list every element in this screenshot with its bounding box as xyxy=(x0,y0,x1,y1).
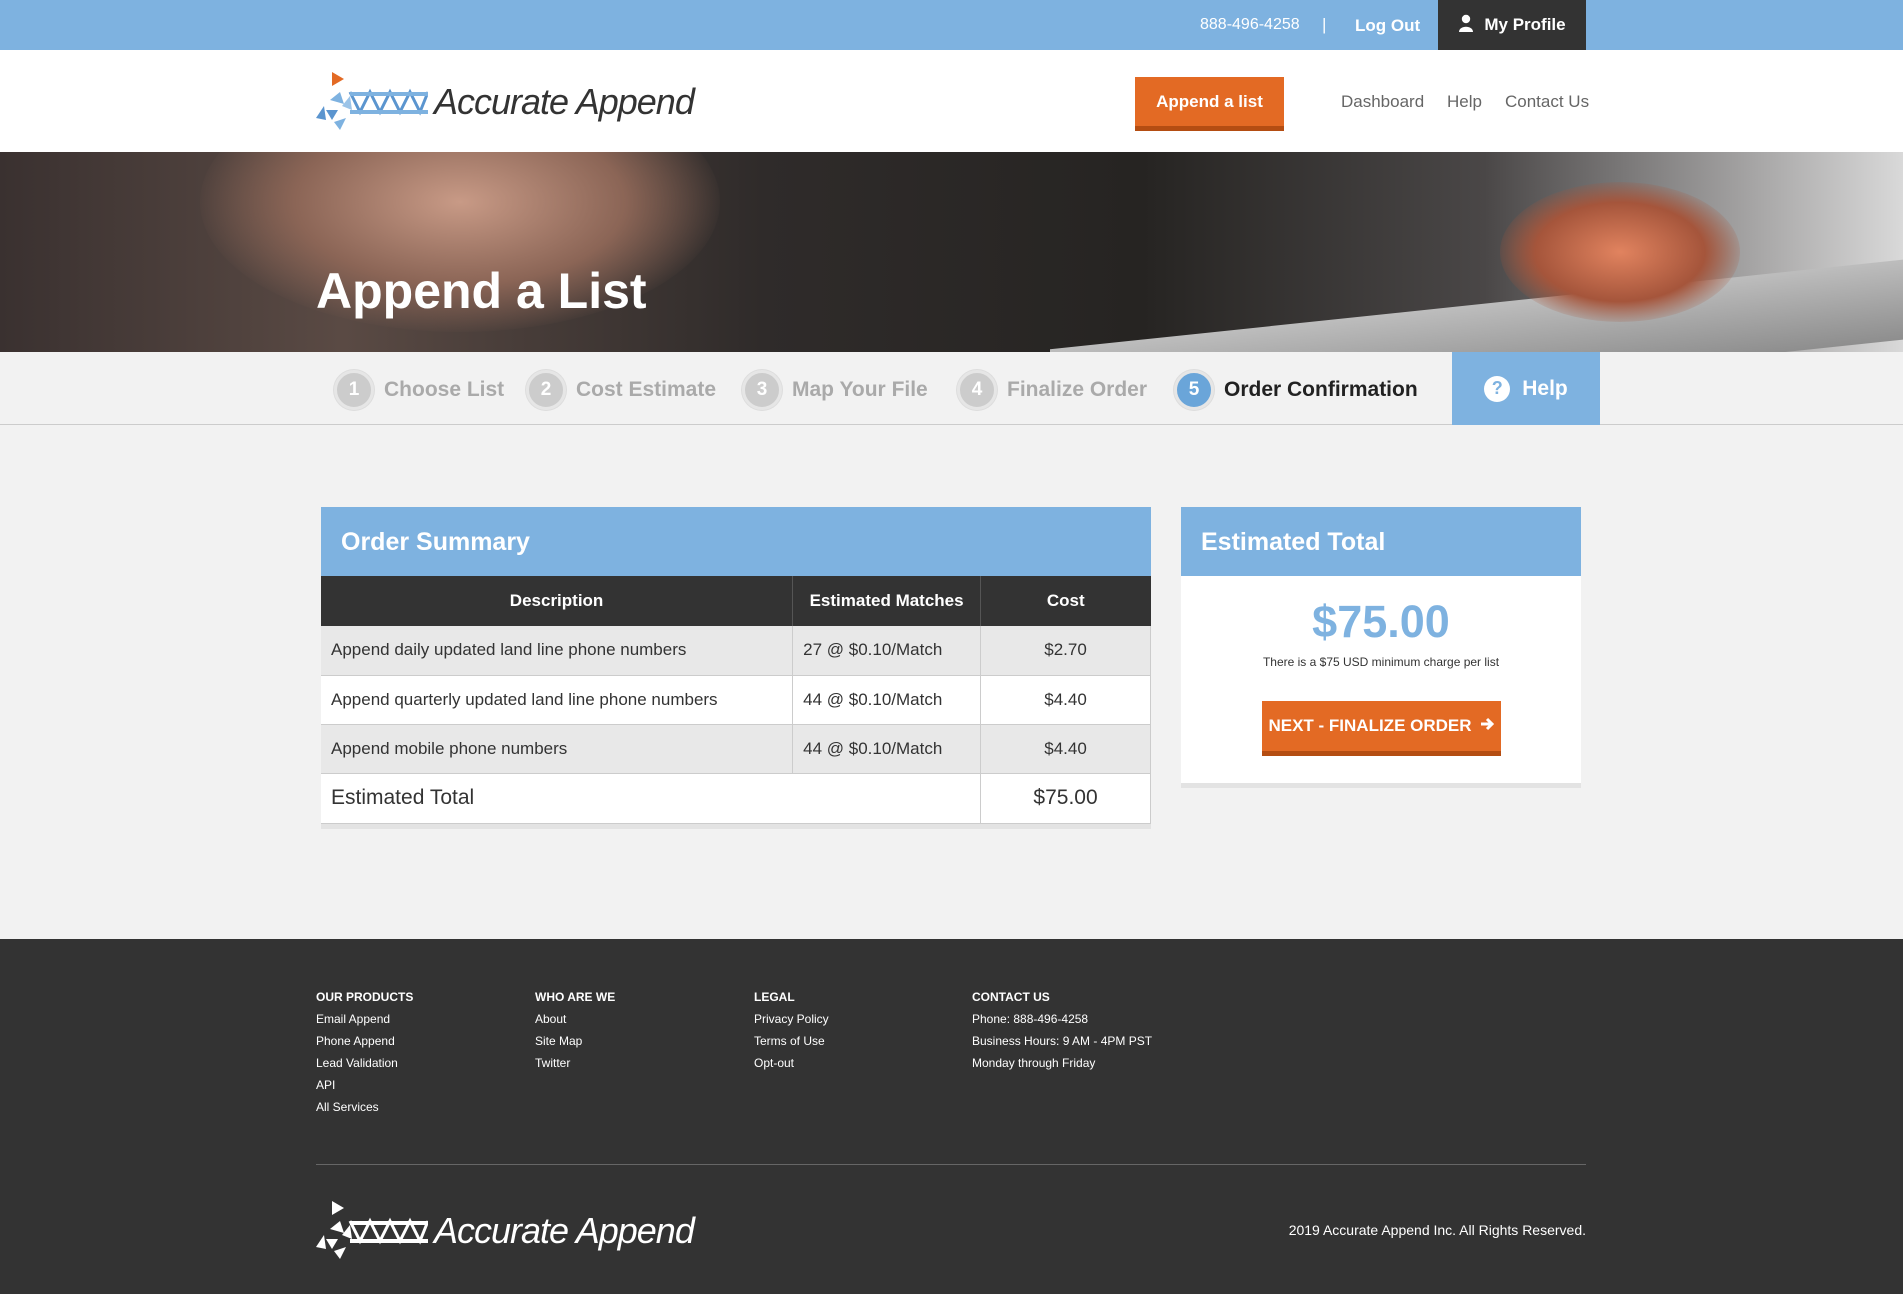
estimated-total-panel: Estimated Total $75.00 There is a $75 US… xyxy=(1181,507,1581,788)
total-value: $75.00 xyxy=(980,773,1151,824)
footer-link-opt-out[interactable]: Opt-out xyxy=(754,1052,829,1074)
total-label: Estimated Total xyxy=(321,773,982,824)
footer-link-all-services[interactable]: All Services xyxy=(316,1096,413,1118)
nav-dashboard[interactable]: Dashboard xyxy=(1341,92,1424,112)
row-matches: 44 @ $0.10/Match xyxy=(792,724,982,774)
footer-link-lead-validation[interactable]: Lead Validation xyxy=(316,1052,413,1074)
column-header-description: Description xyxy=(321,576,794,626)
row-description: Append daily updated land line phone num… xyxy=(321,626,794,676)
step-label: Cost Estimate xyxy=(576,378,717,401)
row-cost: $4.40 xyxy=(980,675,1151,725)
row-matches: 44 @ $0.10/Match xyxy=(792,675,982,725)
step-finalize-order[interactable]: 4 Finalize Order xyxy=(957,370,1147,410)
logo-text: Accurate Append xyxy=(434,81,695,122)
footer-heading: WHO ARE WE xyxy=(535,990,616,1004)
order-summary-title: Order Summary xyxy=(321,507,1151,576)
top-bar: 888-496-4258 | Log Out My Profile xyxy=(0,0,1903,50)
table-row: Append daily updated land line phone num… xyxy=(321,626,1151,676)
estimated-total-amount: $75.00 xyxy=(1312,596,1450,647)
step-order-confirmation[interactable]: 5 Order Confirmation xyxy=(1174,370,1418,410)
hero-photo-keyboard xyxy=(1050,254,1903,352)
help-tab-label: Help xyxy=(1522,376,1568,400)
footer-divider xyxy=(316,1164,1586,1165)
footer-business-hours: Business Hours: 9 AM - 4PM PST xyxy=(972,1034,1153,1048)
step-number: 4 xyxy=(957,370,997,410)
footer-col-legal: LEGAL Privacy Policy Terms of Use Opt-ou… xyxy=(754,986,829,1074)
panel-shadow xyxy=(321,823,1151,829)
site-header: Accurate Append Append a list Dashboard … xyxy=(0,50,1903,152)
step-map-your-file[interactable]: 3 Map Your File xyxy=(742,370,928,410)
step-label: Map Your File xyxy=(792,378,928,401)
footer-link-api[interactable]: API xyxy=(316,1074,413,1096)
table-total-row: Estimated Total $75.00 xyxy=(321,773,1151,824)
footer-logo-text: Accurate Append xyxy=(434,1210,695,1251)
question-icon: ? xyxy=(1484,375,1511,402)
progress-steps: 1 Choose List 2 Cost Estimate 3 Map Your… xyxy=(0,352,1903,425)
nav-contact-us[interactable]: Contact Us xyxy=(1505,92,1589,112)
footer-link-twitter[interactable]: Twitter xyxy=(535,1052,615,1074)
footer-business-days: Monday through Friday xyxy=(972,1056,1096,1070)
next-button-label: NEXT - FINALIZE ORDER xyxy=(1268,716,1472,735)
step-cost-estimate[interactable]: 2 Cost Estimate xyxy=(526,370,716,410)
arrow-right-icon xyxy=(1480,716,1495,736)
help-tab[interactable]: ? Help xyxy=(1452,352,1600,425)
footer-link-about[interactable]: About xyxy=(535,1008,615,1030)
footer-heading: OUR PRODUCTS xyxy=(316,990,414,1004)
order-summary-table: Description Estimated Matches Cost Appen… xyxy=(321,576,1151,824)
logo-mark-icon xyxy=(316,72,428,130)
my-profile-label: My Profile xyxy=(1484,15,1566,34)
step-number: 3 xyxy=(742,370,782,410)
row-matches: 27 @ $0.10/Match xyxy=(792,626,982,676)
row-cost: $4.40 xyxy=(980,724,1151,774)
footer-heading: CONTACT US xyxy=(972,990,1050,1004)
footer-heading: LEGAL xyxy=(754,990,795,1004)
footer-link-privacy-policy[interactable]: Privacy Policy xyxy=(754,1008,829,1030)
next-finalize-order-button[interactable]: NEXT - FINALIZE ORDER xyxy=(1262,701,1501,756)
my-profile-button[interactable]: My Profile xyxy=(1438,0,1586,50)
footer-link-phone-append[interactable]: Phone Append xyxy=(316,1030,413,1052)
column-header-cost: Cost xyxy=(980,576,1151,626)
step-number: 2 xyxy=(526,370,566,410)
nav-help[interactable]: Help xyxy=(1447,92,1482,112)
page-title: Append a List xyxy=(316,263,647,319)
footer-contact-phone: Phone: 888-496-4258 xyxy=(972,1012,1089,1026)
step-number: 1 xyxy=(334,370,374,410)
step-label: Finalize Order xyxy=(1007,378,1148,401)
row-description: Append mobile phone numbers xyxy=(321,724,794,774)
footer-link-site-map[interactable]: Site Map xyxy=(535,1030,615,1052)
row-cost: $2.70 xyxy=(980,626,1151,676)
site-footer: OUR PRODUCTS Email Append Phone Append L… xyxy=(0,939,1903,1294)
table-row: Append mobile phone numbers 44 @ $0.10/M… xyxy=(321,724,1151,774)
row-description: Append quarterly updated land line phone… xyxy=(321,675,794,725)
order-summary-panel: Order Summary Description Estimated Matc… xyxy=(321,507,1151,829)
hero-photo-hand-right xyxy=(1500,182,1740,322)
footer-col-who-are-we: WHO ARE WE About Site Map Twitter xyxy=(535,986,615,1074)
logo[interactable]: Accurate Append xyxy=(316,70,695,134)
user-icon xyxy=(1458,14,1474,37)
top-separator: | xyxy=(1322,15,1327,34)
logout-link[interactable]: Log Out xyxy=(1355,16,1420,36)
step-choose-list[interactable]: 1 Choose List xyxy=(334,370,504,410)
column-header-matches: Estimated Matches xyxy=(792,576,982,626)
footer-col-products: OUR PRODUCTS Email Append Phone Append L… xyxy=(316,986,413,1118)
top-phone: 888-496-4258 xyxy=(1200,16,1300,33)
hero-banner: Append a List xyxy=(0,152,1903,352)
append-a-list-button[interactable]: Append a list xyxy=(1135,77,1284,131)
logo-mark-icon xyxy=(316,1201,428,1259)
footer-col-contact: CONTACT US Phone: 888-496-4258 Business … xyxy=(972,986,1152,1074)
footer-link-terms-of-use[interactable]: Terms of Use xyxy=(754,1030,829,1052)
step-label: Choose List xyxy=(384,378,505,401)
minimum-charge-note: There is a $75 USD minimum charge per li… xyxy=(1262,655,1500,669)
footer-logo[interactable]: Accurate Append xyxy=(316,1199,695,1263)
step-label: Order Confirmation xyxy=(1224,378,1418,401)
copyright-text: 2019 Accurate Append Inc. All Rights Res… xyxy=(1288,1222,1586,1238)
table-row: Append quarterly updated land line phone… xyxy=(321,675,1151,725)
estimated-total-title: Estimated Total xyxy=(1181,507,1581,576)
footer-link-email-append[interactable]: Email Append xyxy=(316,1008,413,1030)
estimated-total-body: $75.00 There is a $75 USD minimum charge… xyxy=(1181,576,1581,788)
step-number: 5 xyxy=(1174,370,1214,410)
table-header-row: Description Estimated Matches Cost xyxy=(321,576,1151,626)
